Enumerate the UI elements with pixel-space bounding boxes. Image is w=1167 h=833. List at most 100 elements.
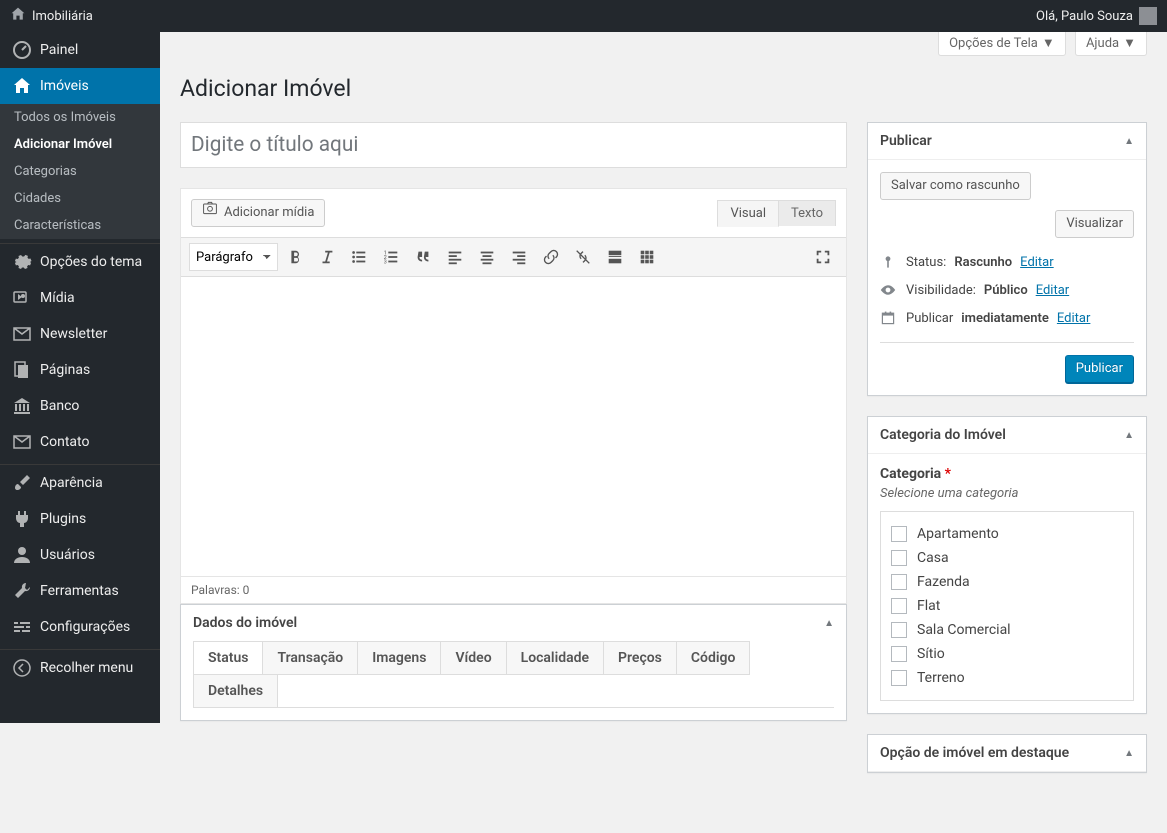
menu-midia[interactable]: Mídia	[0, 280, 160, 316]
category-metabox: Categoria do Imóvel▲ Categoria * Selecio…	[867, 416, 1147, 714]
category-option[interactable]: Terreno	[891, 666, 1123, 690]
help-button[interactable]: Ajuda ▼	[1075, 32, 1147, 56]
checkbox[interactable]	[891, 622, 907, 638]
category-option[interactable]: Flat	[891, 594, 1123, 618]
gear-icon	[12, 252, 32, 272]
align-right-button[interactable]	[504, 242, 534, 272]
category-option[interactable]: Apartamento	[891, 522, 1123, 546]
pin-icon	[880, 254, 898, 270]
edit-schedule-link[interactable]: Editar	[1057, 311, 1091, 326]
status-row: Status: Rascunho Editar	[880, 248, 1134, 276]
menu-opcoes-tema[interactable]: Opções do tema	[0, 244, 160, 280]
editor-tab-visual[interactable]: Visual	[717, 200, 779, 227]
submenu-caracteristicas[interactable]: Características	[0, 212, 160, 239]
sliders-icon	[12, 617, 32, 637]
editor-tab-text[interactable]: Texto	[778, 200, 836, 226]
avatar	[1139, 7, 1157, 25]
mail-icon	[12, 324, 32, 344]
submenu-adicionar[interactable]: Adicionar Imóvel	[0, 131, 160, 158]
preview-button[interactable]: Visualizar	[1055, 210, 1134, 238]
menu-banco[interactable]: Banco	[0, 388, 160, 424]
dados-tab-imagens[interactable]: Imagens	[357, 641, 441, 675]
category-option[interactable]: Sítio	[891, 642, 1123, 666]
eye-icon	[880, 282, 898, 298]
menu-newsletter[interactable]: Newsletter	[0, 316, 160, 352]
edit-status-link[interactable]: Editar	[1020, 255, 1054, 270]
bullet-list-button[interactable]	[344, 242, 374, 272]
menu-dashboard[interactable]: Painel	[0, 32, 160, 68]
menu-configuracoes[interactable]: Configurações	[0, 609, 160, 645]
home-icon	[12, 76, 32, 96]
user-icon	[12, 545, 32, 565]
menu-ferramentas[interactable]: Ferramentas	[0, 573, 160, 609]
link-button[interactable]	[536, 242, 566, 272]
visibility-row: Visibilidade: Público Editar	[880, 276, 1134, 304]
dados-tab-codigo[interactable]: Código	[676, 641, 750, 675]
media-icon	[12, 288, 32, 308]
numbered-list-button[interactable]: 123	[376, 242, 406, 272]
dados-tab-transacao[interactable]: Transação	[262, 641, 358, 675]
screen-options-button[interactable]: Opções de Tela ▼	[938, 32, 1066, 56]
publish-button[interactable]: Publicar	[1065, 355, 1134, 383]
home-icon	[10, 6, 26, 26]
category-option[interactable]: Casa	[891, 546, 1123, 570]
menu-plugins[interactable]: Plugins	[0, 501, 160, 537]
toggle-icon[interactable]: ▲	[824, 618, 834, 629]
format-select[interactable]: Parágrafo	[189, 243, 278, 271]
menu-imoveis[interactable]: Imóveis	[0, 68, 160, 104]
page-title: Adicionar Imóvel	[180, 66, 1147, 106]
schedule-row: Publicar imediatamente Editar	[880, 304, 1134, 332]
dados-tab-video[interactable]: Vídeo	[440, 641, 506, 675]
toggle-icon[interactable]: ▲	[1124, 136, 1134, 147]
italic-button[interactable]	[312, 242, 342, 272]
post-title-input[interactable]	[180, 122, 847, 168]
dados-metabox: Dados do imóvel▲ Status Transação Imagen…	[180, 604, 847, 721]
plugin-icon	[12, 509, 32, 529]
toggle-icon[interactable]: ▲	[1124, 748, 1134, 759]
checkbox[interactable]	[891, 574, 907, 590]
unlink-button[interactable]	[568, 242, 598, 272]
checkbox[interactable]	[891, 670, 907, 686]
menu-aparencia[interactable]: Aparência	[0, 465, 160, 501]
checkbox[interactable]	[891, 526, 907, 542]
edit-visibility-link[interactable]: Editar	[1036, 283, 1070, 298]
category-option[interactable]: Fazenda	[891, 570, 1123, 594]
bank-icon	[12, 396, 32, 416]
fullscreen-button[interactable]	[808, 242, 838, 272]
category-option[interactable]: Sala Comercial	[891, 618, 1123, 642]
bold-button[interactable]	[280, 242, 310, 272]
caret-down-icon: ▼	[1123, 35, 1136, 51]
toolbar-toggle-button[interactable]	[632, 242, 662, 272]
checkbox[interactable]	[891, 550, 907, 566]
align-center-button[interactable]	[472, 242, 502, 272]
menu-usuarios[interactable]: Usuários	[0, 537, 160, 573]
word-count: Palavras: 0	[181, 576, 846, 603]
checkbox[interactable]	[891, 646, 907, 662]
add-media-button[interactable]: Adicionar mídia	[191, 199, 325, 227]
dados-tabs: Status Transação Imagens Vídeo Localidad…	[193, 641, 834, 708]
submenu-cidades[interactable]: Cidades	[0, 185, 160, 212]
menu-collapse[interactable]: Recolher menu	[0, 650, 160, 686]
blockquote-button[interactable]	[408, 242, 438, 272]
submenu-todos[interactable]: Todos os Imóveis	[0, 104, 160, 131]
menu-contato[interactable]: Contato	[0, 424, 160, 460]
readmore-button[interactable]	[600, 242, 630, 272]
menu-paginas[interactable]: Páginas	[0, 352, 160, 388]
adminbar-site-name: Imobiliária	[32, 9, 93, 24]
editor-content[interactable]	[181, 276, 846, 576]
dados-tab-precos[interactable]: Preços	[603, 641, 677, 675]
dados-tab-status[interactable]: Status	[193, 641, 263, 675]
align-left-button[interactable]	[440, 242, 470, 272]
checkbox[interactable]	[891, 598, 907, 614]
submenu-imoveis: Todos os Imóveis Adicionar Imóvel Catego…	[0, 104, 160, 239]
toggle-icon[interactable]: ▲	[1124, 430, 1134, 441]
dados-tab-localidade[interactable]: Localidade	[506, 641, 604, 675]
submenu-categorias[interactable]: Categorias	[0, 158, 160, 185]
adminbar-greeting: Olá, Paulo Souza	[1036, 9, 1133, 24]
dados-tab-detalhes[interactable]: Detalhes	[193, 674, 278, 708]
adminbar-site[interactable]: Imobiliária	[10, 6, 93, 26]
publish-metabox: Publicar ▲ Salvar como rascunho Visualiza…	[867, 122, 1147, 396]
adminbar-account[interactable]: Olá, Paulo Souza	[1036, 7, 1157, 25]
mail-icon	[12, 432, 32, 452]
save-draft-button[interactable]: Salvar como rascunho	[880, 172, 1031, 200]
